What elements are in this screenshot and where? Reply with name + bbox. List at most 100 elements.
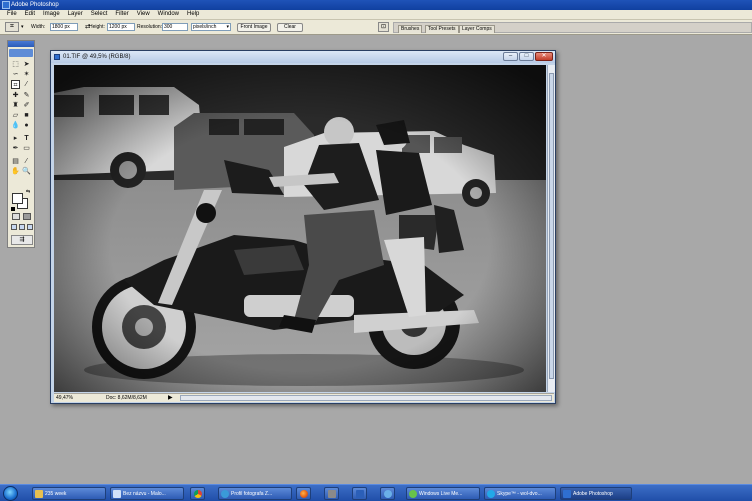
status-menu-arrow-icon[interactable]: ▶ [168, 394, 173, 402]
start-button[interactable] [3, 486, 18, 501]
zoom-tool-icon[interactable]: 🔍 [22, 167, 31, 176]
word-icon [356, 490, 364, 498]
tab-brushes[interactable]: Brushes [398, 25, 423, 33]
menu-filter[interactable]: Filter [111, 10, 132, 19]
quick-mask-mode-icon[interactable] [23, 213, 31, 220]
app-icon [328, 490, 336, 498]
full-screen-mode-icon[interactable] [27, 224, 33, 230]
crop-tool-icon[interactable]: ⌗ [11, 80, 20, 89]
clear-button[interactable]: Clear [277, 23, 303, 32]
paint-icon [113, 490, 121, 498]
pen-tool-icon[interactable]: ✒ [11, 144, 20, 153]
menu-bar: File Edit Image Layer Select Filter View… [0, 10, 752, 20]
front-image-button[interactable]: Front Image [237, 23, 271, 32]
eraser-tool-icon[interactable]: ▱ [11, 111, 20, 120]
type-tool-icon[interactable]: T [22, 134, 31, 143]
notes-tool-icon[interactable]: ▤ [11, 157, 20, 166]
network-icon [384, 490, 392, 498]
document-title-bar[interactable]: 01.TIF @ 49,5% (RGB/8) [51, 51, 555, 63]
move-tool-icon[interactable]: ➤ [22, 60, 31, 69]
dodge-tool-icon[interactable]: ● [22, 121, 31, 130]
menu-image[interactable]: Image [39, 10, 64, 19]
toolbox-title-bar[interactable] [8, 41, 34, 47]
tab-layer-comps[interactable]: Layer Comps [459, 25, 495, 33]
taskbar-item-photoshop[interactable]: Adobe Photoshop [560, 487, 632, 500]
resolution-unit-select[interactable]: pixels/inch ▾ [191, 23, 231, 31]
eyedropper-tool-icon[interactable]: ⁄ [22, 157, 31, 166]
height-input[interactable] [107, 23, 135, 31]
standard-screen-mode-icon[interactable] [11, 224, 17, 230]
slice-tool-icon[interactable]: ⁄ [22, 80, 31, 89]
standard-mode-icon[interactable] [12, 213, 20, 220]
blur-tool-icon[interactable]: 💧 [11, 121, 20, 130]
width-input[interactable] [50, 23, 78, 31]
menu-window[interactable]: Window [154, 10, 183, 19]
taskbar-item-skype[interactable]: Skype™ - wol-dvo... [484, 487, 556, 500]
resolution-unit-value: pixels/inch [193, 24, 217, 30]
tool-preset-arrow-icon[interactable]: ▾ [21, 23, 24, 32]
resolution-input[interactable] [162, 23, 188, 31]
document-icon [54, 54, 60, 60]
taskbar-item-network[interactable] [380, 487, 395, 500]
ie-icon [221, 490, 229, 498]
close-button[interactable]: ✕ [535, 52, 553, 61]
photoshop-logo-icon [2, 1, 10, 9]
zoom-level[interactable]: 49,47% [56, 394, 73, 402]
lasso-tool-icon[interactable]: ∽ [11, 70, 20, 79]
taskbar-item-235-week[interactable]: 235 week [32, 487, 106, 500]
taskbar-item-word[interactable] [352, 487, 367, 500]
menu-edit[interactable]: Edit [21, 10, 39, 19]
history-brush-tool-icon[interactable]: ✐ [22, 101, 31, 110]
width-label: Width: [31, 24, 46, 30]
jump-to-imageready-icon[interactable]: ⇶ [11, 235, 33, 245]
hand-tool-icon[interactable]: ✋ [11, 167, 20, 176]
taskbar-item-label: Skype™ - wol-dvo... [497, 491, 542, 497]
height-label: Height: [89, 24, 105, 30]
foreground-color-swatch[interactable] [12, 193, 23, 204]
shape-tool-icon[interactable]: ▭ [22, 144, 31, 153]
brush-tool-icon[interactable]: ✎ [22, 91, 31, 100]
taskbar-item-app[interactable] [324, 487, 339, 500]
magic-wand-tool-icon[interactable]: ✶ [22, 70, 31, 79]
taskbar: 235 week Bez názvu - Malo... Profil foto… [0, 484, 752, 501]
screen-mode-buttons [11, 224, 33, 231]
chrome-icon [194, 490, 202, 498]
toolbox-header-logo[interactable] [9, 49, 33, 57]
firefox-icon [300, 490, 308, 498]
vertical-scrollbar[interactable] [547, 65, 555, 392]
taskbar-item-paint[interactable]: Bez názvu - Malo... [110, 487, 184, 500]
menu-help[interactable]: Help [183, 10, 203, 19]
taskbar-item-firefox[interactable] [296, 487, 311, 500]
skype-icon [487, 490, 495, 498]
maximize-button[interactable]: □ [519, 52, 534, 61]
clone-stamp-tool-icon[interactable]: ♜ [11, 101, 20, 110]
taskbar-item-label: 235 week [45, 491, 67, 497]
default-colors-icon[interactable] [11, 207, 15, 211]
menu-layer[interactable]: Layer [64, 10, 87, 19]
taskbar-item-ie[interactable]: Profil fotografa Z... [218, 487, 292, 500]
horizontal-scrollbar[interactable] [180, 395, 552, 401]
motorcycle-couple-photo [54, 65, 546, 392]
vertical-scroll-thumb[interactable] [549, 73, 554, 379]
swap-colors-icon[interactable]: ⇆ [26, 189, 30, 195]
marquee-tool-icon[interactable]: ⬚ [11, 60, 20, 69]
path-selection-tool-icon[interactable]: ▸ [11, 134, 20, 143]
menu-select[interactable]: Select [87, 10, 112, 19]
document-title: 01.TIF @ 49,5% (RGB/8) [63, 54, 131, 60]
crop-tool-icon[interactable]: ⌗ [5, 22, 19, 32]
healing-brush-tool-icon[interactable]: ✚ [11, 91, 20, 100]
document-status-bar: 49,47% Doc: 8,62M/8,62M ▶ [54, 393, 554, 402]
file-browser-icon[interactable]: ⊡ [378, 22, 389, 32]
menu-view[interactable]: View [133, 10, 154, 19]
taskbar-item-messenger[interactable]: Windows Live Me... [406, 487, 480, 500]
menu-file[interactable]: File [3, 10, 21, 19]
minimize-button[interactable]: – [503, 52, 518, 61]
full-screen-menu-mode-icon[interactable] [19, 224, 25, 230]
gradient-tool-icon[interactable]: ■ [22, 111, 31, 120]
toolbox: ⬚ ➤ ∽ ✶ ⌗ ⁄ ✚ ✎ ♜ ✐ ▱ ■ 💧 ● ▸ T ✒ ▭ ▤ ⁄ … [7, 40, 35, 248]
tab-tool-presets[interactable]: Tool Presets [425, 25, 459, 33]
taskbar-item-label: Bez názvu - Malo... [123, 491, 166, 497]
image-canvas[interactable] [54, 65, 546, 392]
app-title: Adobe Photoshop [11, 2, 59, 8]
taskbar-item-chrome[interactable] [190, 487, 205, 500]
